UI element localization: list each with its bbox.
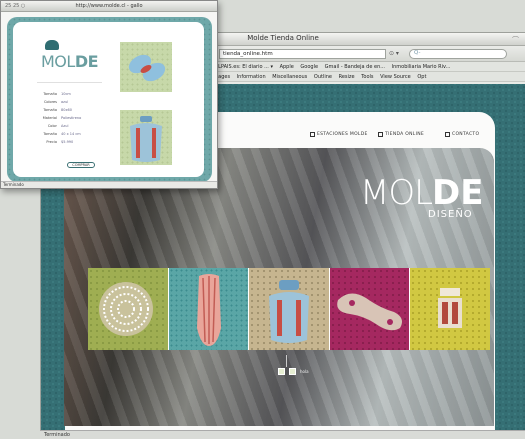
gallery-tile-plate[interactable] — [88, 268, 168, 350]
popup-status-bar: Terminado — [1, 181, 217, 188]
nav-contacto[interactable]: CONTACTO — [445, 132, 479, 137]
bookmark-apple[interactable]: Apple — [280, 64, 294, 70]
pager-label: hola — [300, 369, 309, 374]
ext-outline[interactable]: Outline — [314, 74, 332, 80]
spec-row: Tamaño 40 x 14 cm — [43, 132, 81, 136]
gallery-pager: hola — [278, 368, 309, 375]
nav-estaciones[interactable]: ESTACIONES MOLDE — [310, 132, 368, 137]
product-image-bottom[interactable] — [120, 110, 172, 165]
cart-icon — [378, 132, 383, 137]
bag-icon — [269, 280, 310, 343]
spec-row: Material Poliestireno — [42, 116, 82, 120]
pager-divider — [286, 355, 287, 367]
bookmark-google[interactable]: Google — [300, 64, 318, 70]
spec-row: Tamaño 80x60 — [43, 108, 72, 112]
gallery-tile-tray[interactable] — [329, 268, 410, 350]
plate-icon — [99, 282, 153, 336]
buy-button[interactable]: COMPRAR — [67, 162, 95, 168]
ext-options[interactable]: Opt — [417, 74, 426, 80]
popup-window: 25 25 ○ http://www.molde.cl - gallo MOLD… — [0, 0, 218, 189]
address-bar[interactable]: tienda_online.htm — [219, 49, 386, 59]
product-image-top[interactable] — [120, 42, 172, 92]
spec-row: Tamaño 10cm — [43, 92, 71, 96]
rss-icon[interactable]: ⊙ ▾ — [389, 50, 399, 57]
search-field[interactable]: Q- — [409, 49, 507, 59]
ext-miscellaneous[interactable]: Miscellaneous — [272, 74, 307, 80]
ext-tools[interactable]: Tools — [361, 74, 373, 80]
gallery-tile-bag[interactable] — [249, 268, 329, 350]
pager-prev-button[interactable] — [278, 368, 285, 375]
main-status-bar: Terminado — [40, 430, 525, 439]
popup-title: http://www.molde.cl - gallo — [75, 3, 143, 9]
bag-icon — [130, 116, 162, 162]
mail-icon — [445, 132, 450, 137]
pager-next-button[interactable] — [289, 368, 296, 375]
spec-row: Colores azul — [43, 100, 69, 104]
vase-icon — [196, 274, 221, 346]
ext-resize[interactable]: Resize — [339, 74, 355, 80]
bookmark-gmail[interactable]: Gmail - Bandeja de en... — [325, 64, 385, 70]
ext-information[interactable]: Information — [237, 74, 266, 80]
popup-logo: MOLDE — [41, 52, 99, 71]
popup-frame: MOLDE Tamaño 10cm Colores azul Tamaño 80x60… — [7, 17, 212, 182]
product-gallery — [88, 268, 491, 350]
molde-mark-icon — [45, 40, 59, 50]
spec-row: Precio $5.990 — [46, 140, 74, 144]
popup-titlebar[interactable]: 25 25 ○ http://www.molde.cl - gallo — [1, 1, 217, 12]
spec-row: Color Azul — [47, 124, 69, 128]
site-logo: MOLDE — [360, 173, 484, 213]
product-detail-card: MOLDE Tamaño 10cm Colores azul Tamaño 80x60… — [13, 22, 204, 177]
divider — [37, 82, 102, 83]
bookmark-elpais[interactable]: ELPAIS.es: El diario ... ▾ — [215, 64, 273, 70]
lamp-icon — [310, 132, 315, 137]
nav-tienda[interactable]: TIENDA ONLINE — [378, 132, 424, 137]
ext-view-source[interactable]: View Source — [380, 74, 411, 80]
site-nav: ESTACIONES MOLDE TIENDA ONLINE CONTACTO — [300, 128, 515, 142]
tray-icon — [337, 293, 402, 331]
bowls-icon — [128, 54, 166, 82]
gallery-tile-lamp[interactable] — [410, 268, 491, 350]
lamp-product-icon — [438, 288, 463, 328]
bookmark-inmobiliaria[interactable]: Inmobiliaria Mario Riv... — [392, 64, 451, 70]
site-logo-subtitle: DISEÑO — [428, 209, 473, 220]
gallery-tile-vase[interactable] — [168, 268, 249, 350]
window-zoom-icon[interactable]: ⌒ — [512, 35, 519, 45]
